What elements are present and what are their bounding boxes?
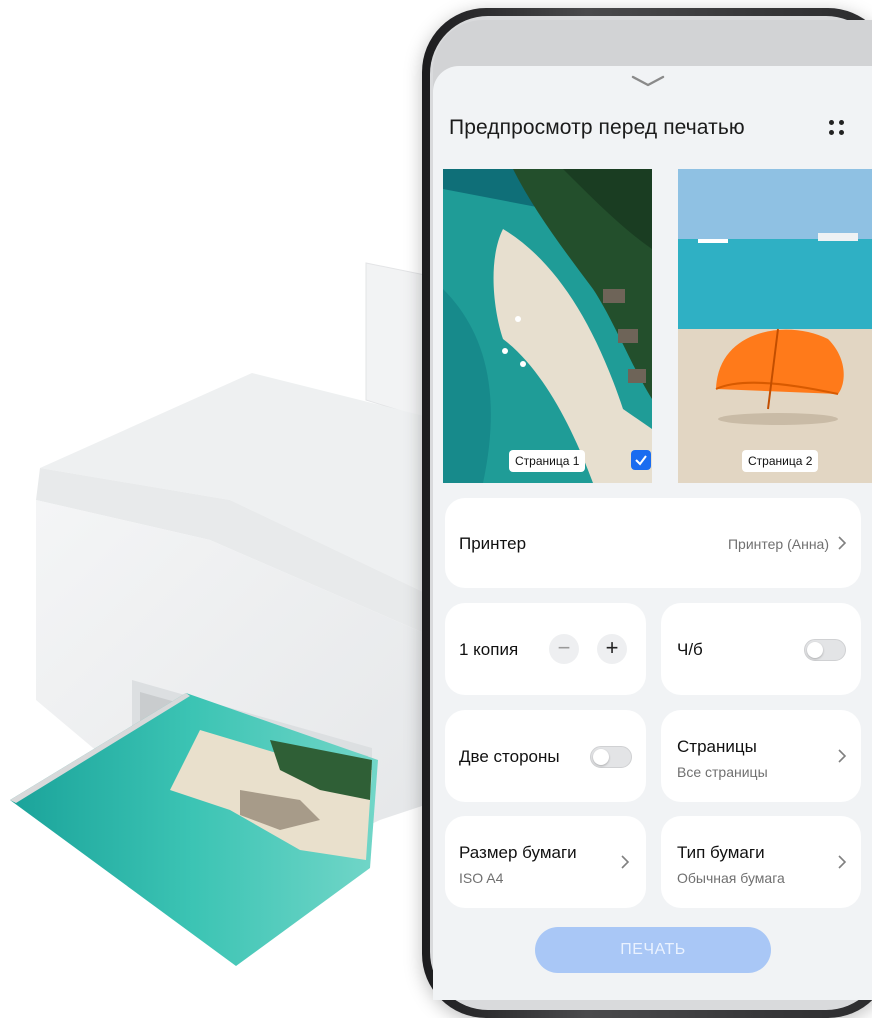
bw-toggle[interactable] (804, 639, 846, 661)
paper-type-selector[interactable]: Тип бумаги Обычная бумага (661, 816, 861, 908)
printer-label: Принтер (459, 534, 527, 553)
paper-size-selector[interactable]: Размер бумаги ISO A4 (445, 816, 646, 908)
page-thumbnail-2[interactable]: Страница 2 (678, 169, 872, 483)
more-dots-icon[interactable] (827, 118, 847, 138)
pages-label: Страницы (677, 737, 757, 756)
duplex-label: Две стороны (459, 747, 560, 766)
copies-card: 1 копия − + (445, 603, 646, 695)
beach-photo-2 (678, 169, 872, 483)
beach-photo-1 (443, 169, 652, 483)
chevron-right-icon (838, 536, 847, 550)
decrement-button[interactable]: − (549, 634, 579, 664)
bw-label: Ч/б (677, 640, 703, 659)
paper-type-label: Тип бумаги (677, 843, 765, 862)
printer-selector[interactable]: Принтер Принтер (Анна) (445, 498, 861, 588)
paper-type-value: Обычная бумага (677, 870, 785, 886)
paper-size-label: Размер бумаги (459, 843, 577, 862)
page-thumbnail-1[interactable]: Страница 1 (443, 169, 652, 483)
chevron-right-icon (621, 855, 630, 869)
printer-value: Принтер (Анна) (727, 536, 829, 552)
print-button[interactable]: ПЕЧАТЬ (535, 927, 771, 973)
page-select-checkbox[interactable] (631, 450, 651, 470)
pages-selector[interactable]: Страницы Все страницы (661, 710, 861, 802)
chevron-right-icon (838, 749, 847, 763)
page-title: Предпросмотр перед печатью (449, 116, 745, 139)
page-label: Страница 2 (742, 450, 819, 472)
page-label: Страница 1 (509, 450, 586, 472)
duplex-card: Две стороны (445, 710, 646, 802)
chevron-down-icon[interactable] (629, 74, 667, 88)
pages-value: Все страницы (677, 764, 768, 780)
chevron-right-icon (838, 855, 847, 869)
bw-card: Ч/б (661, 603, 861, 695)
copies-label: 1 копия (459, 640, 519, 659)
increment-button[interactable]: + (597, 634, 627, 664)
paper-size-value: ISO A4 (459, 870, 504, 886)
duplex-toggle[interactable] (590, 746, 632, 768)
checkmark-icon (635, 455, 647, 466)
print-preview-screen: Предпросмотр перед печатью Страница 1 Ст… (433, 66, 872, 1000)
